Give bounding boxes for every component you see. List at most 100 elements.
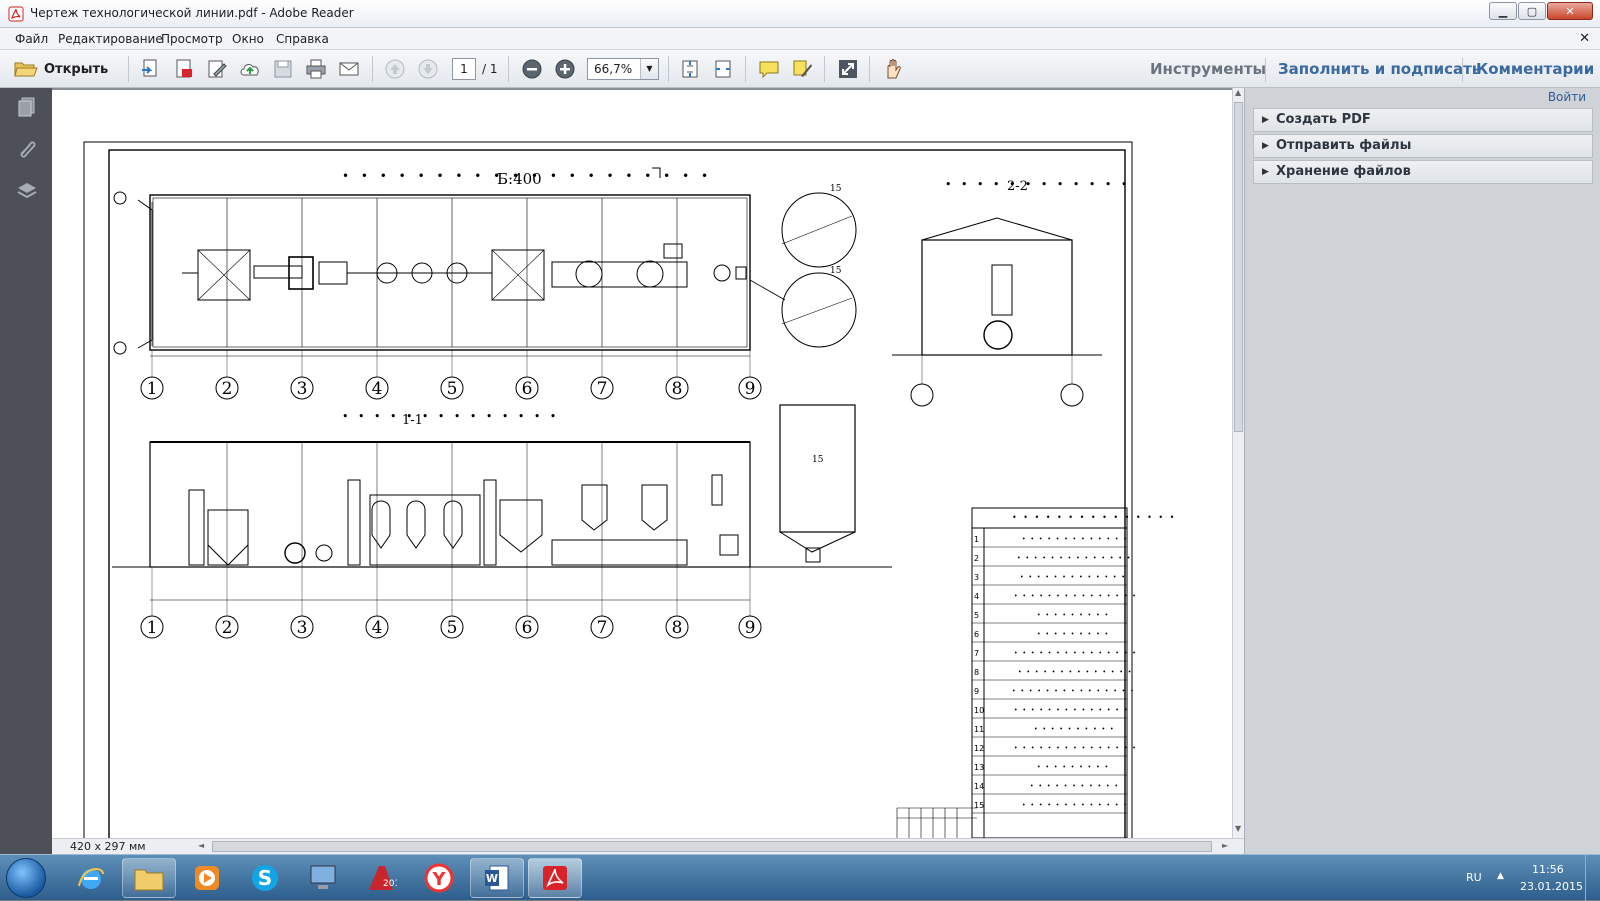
section-grid-axes: 1 2 3 4 5 6 7 8 9 bbox=[140, 615, 762, 639]
taskbar-explorer[interactable] bbox=[122, 858, 176, 898]
clock-date[interactable]: 23.01.2015 bbox=[1520, 880, 1583, 893]
fit-page-icon bbox=[682, 60, 698, 78]
keyboard-language[interactable]: RU bbox=[1466, 871, 1482, 884]
taskbar-media-player[interactable] bbox=[180, 858, 234, 898]
start-button[interactable] bbox=[6, 858, 46, 898]
tab-comments[interactable]: Комментарии bbox=[1476, 60, 1594, 78]
toolbar-separator bbox=[508, 56, 509, 82]
menu-file[interactable]: Файл bbox=[15, 32, 48, 46]
svg-text:4: 4 bbox=[372, 618, 383, 638]
open-button[interactable]: Открыть bbox=[14, 57, 108, 81]
svg-text:8: 8 bbox=[672, 618, 683, 638]
svg-text:15: 15 bbox=[830, 266, 842, 276]
svg-text:3: 3 bbox=[297, 379, 308, 399]
show-desktop-button[interactable] bbox=[1585, 855, 1600, 901]
tray-expand-icon[interactable]: ▲ bbox=[1497, 871, 1504, 881]
svg-text:9: 9 bbox=[974, 687, 979, 696]
menu-view[interactable]: Просмотр bbox=[161, 32, 223, 46]
menu-edit[interactable]: Редактирование bbox=[58, 32, 163, 46]
combine-files-button[interactable] bbox=[172, 57, 196, 81]
svg-text:Y: Y bbox=[431, 869, 446, 890]
vertical-scroll-thumb[interactable] bbox=[1234, 102, 1243, 432]
taskbar-adobe-reader[interactable] bbox=[528, 858, 582, 898]
taskbar-autocad[interactable]: 2010 bbox=[354, 858, 408, 898]
fit-width-button[interactable] bbox=[711, 57, 735, 81]
zoom-out-button[interactable] bbox=[520, 57, 544, 81]
svg-text:8: 8 bbox=[974, 668, 979, 677]
create-pdf-button[interactable] bbox=[139, 57, 163, 81]
panel-create-pdf[interactable]: ▶ Создать PDF bbox=[1253, 108, 1593, 132]
svg-text:1: 1 bbox=[147, 618, 158, 638]
previous-page-button[interactable] bbox=[383, 57, 407, 81]
sign-in-link[interactable]: Войти bbox=[1548, 90, 1586, 104]
taskbar: S 2010 Y W RU ▲ 11:56 23.01.2015 bbox=[0, 854, 1600, 901]
toolbar-separator bbox=[372, 56, 373, 82]
svg-text:3: 3 bbox=[297, 618, 308, 638]
scroll-up-icon[interactable]: ▲ bbox=[1235, 88, 1241, 97]
page-thumbnails-icon[interactable] bbox=[16, 96, 38, 118]
toolbar: Открыть 1 / 1 66,7% ▼ Инструменты Заполн… bbox=[0, 50, 1600, 88]
autocad-icon: 2010 bbox=[369, 866, 397, 890]
chevron-down-icon[interactable]: ▼ bbox=[640, 59, 658, 79]
zoom-select[interactable]: 66,7% ▼ bbox=[587, 58, 659, 80]
svg-text:• • • • • • • • • • • • • •: • • • • • • • • • • • • • • bbox=[1018, 669, 1133, 676]
svg-text:• • • • • • • • • • • • •: • • • • • • • • • • • • • bbox=[1022, 802, 1128, 809]
scroll-left-icon[interactable]: ◄ bbox=[198, 841, 204, 850]
close-button[interactable]: ✕ bbox=[1547, 2, 1593, 20]
taskbar-skype[interactable]: S bbox=[238, 858, 292, 898]
scroll-right-icon[interactable]: ► bbox=[1222, 841, 1228, 850]
arrow-down-icon bbox=[418, 59, 438, 79]
taskbar-word[interactable]: W bbox=[470, 858, 524, 898]
save-button[interactable] bbox=[271, 57, 295, 81]
page-number-input[interactable]: 1 bbox=[452, 58, 476, 80]
save-disk-icon bbox=[274, 60, 292, 78]
upload-button[interactable] bbox=[238, 57, 262, 81]
panel-store-files[interactable]: ▶ Хранение файлов bbox=[1253, 160, 1593, 184]
hand-tool-button[interactable] bbox=[880, 57, 904, 81]
sticky-note-button[interactable] bbox=[757, 57, 781, 81]
menu-help[interactable]: Справка bbox=[276, 32, 329, 46]
svg-text:• • • • • • • • •: • • • • • • • • • bbox=[1037, 612, 1110, 619]
svg-text:2: 2 bbox=[222, 379, 233, 399]
svg-text:• • • • • • • • • • • • •: • • • • • • • • • • • • • bbox=[1022, 536, 1128, 543]
svg-text:• • • • • • • • •: • • • • • • • • • bbox=[1037, 764, 1110, 771]
toolbar-separator bbox=[745, 56, 746, 82]
next-page-button[interactable] bbox=[416, 57, 440, 81]
menu-window[interactable]: Окно bbox=[232, 32, 264, 46]
email-button[interactable] bbox=[337, 57, 361, 81]
zoom-in-button[interactable] bbox=[553, 57, 577, 81]
print-button[interactable] bbox=[304, 57, 328, 81]
clock-time[interactable]: 11:56 bbox=[1532, 863, 1564, 876]
create-pdf-icon bbox=[142, 59, 157, 77]
printer-icon bbox=[306, 59, 326, 79]
svg-text:• • • • • • • • • • • • • • •: • • • • • • • • • • • • • • • bbox=[1014, 745, 1137, 752]
page-total: / 1 bbox=[482, 62, 498, 76]
taskbar-yandex-browser[interactable]: Y bbox=[412, 858, 466, 898]
tab-fill-sign[interactable]: Заполнить и подписать bbox=[1278, 60, 1481, 78]
edit-button[interactable] bbox=[205, 57, 229, 81]
layers-icon[interactable] bbox=[16, 180, 38, 202]
yandex-browser-icon: Y bbox=[424, 863, 454, 893]
svg-text:• • • • • • • • • • • • • • •: • • • • • • • • • • • • • • • bbox=[1014, 593, 1137, 600]
close-document-button[interactable]: ✕ bbox=[1579, 31, 1590, 46]
paperclip-icon[interactable] bbox=[16, 138, 38, 160]
pdf-page[interactable]: • • • • • • • • • • • • • • • • • • • • … bbox=[52, 90, 1232, 838]
minimize-button[interactable]: ▁ bbox=[1489, 2, 1517, 20]
taskbar-network[interactable] bbox=[296, 858, 350, 898]
plan-grid-axes: 1 2 3 4 5 6 7 8 9 bbox=[140, 376, 762, 400]
tab-tools[interactable]: Инструменты bbox=[1150, 60, 1266, 78]
horizontal-scroll-thumb[interactable] bbox=[212, 841, 1212, 852]
panel-send-files[interactable]: ▶ Отправить файлы bbox=[1253, 134, 1593, 158]
scroll-down-icon[interactable]: ▼ bbox=[1235, 824, 1241, 833]
triangle-right-icon: ▶ bbox=[1262, 115, 1269, 125]
taskbar-ie[interactable] bbox=[64, 858, 118, 898]
pdf-file-icon bbox=[176, 59, 192, 78]
maximize-button[interactable]: ▢ bbox=[1518, 2, 1546, 20]
svg-text:7: 7 bbox=[597, 379, 608, 399]
full-screen-button[interactable] bbox=[836, 57, 860, 81]
vertical-scrollbar[interactable]: ▲ ▼ bbox=[1232, 88, 1244, 838]
highlight-button[interactable] bbox=[790, 57, 814, 81]
svg-text:15: 15 bbox=[812, 455, 824, 465]
fit-page-button[interactable] bbox=[678, 57, 702, 81]
svg-text:S: S bbox=[258, 866, 272, 890]
